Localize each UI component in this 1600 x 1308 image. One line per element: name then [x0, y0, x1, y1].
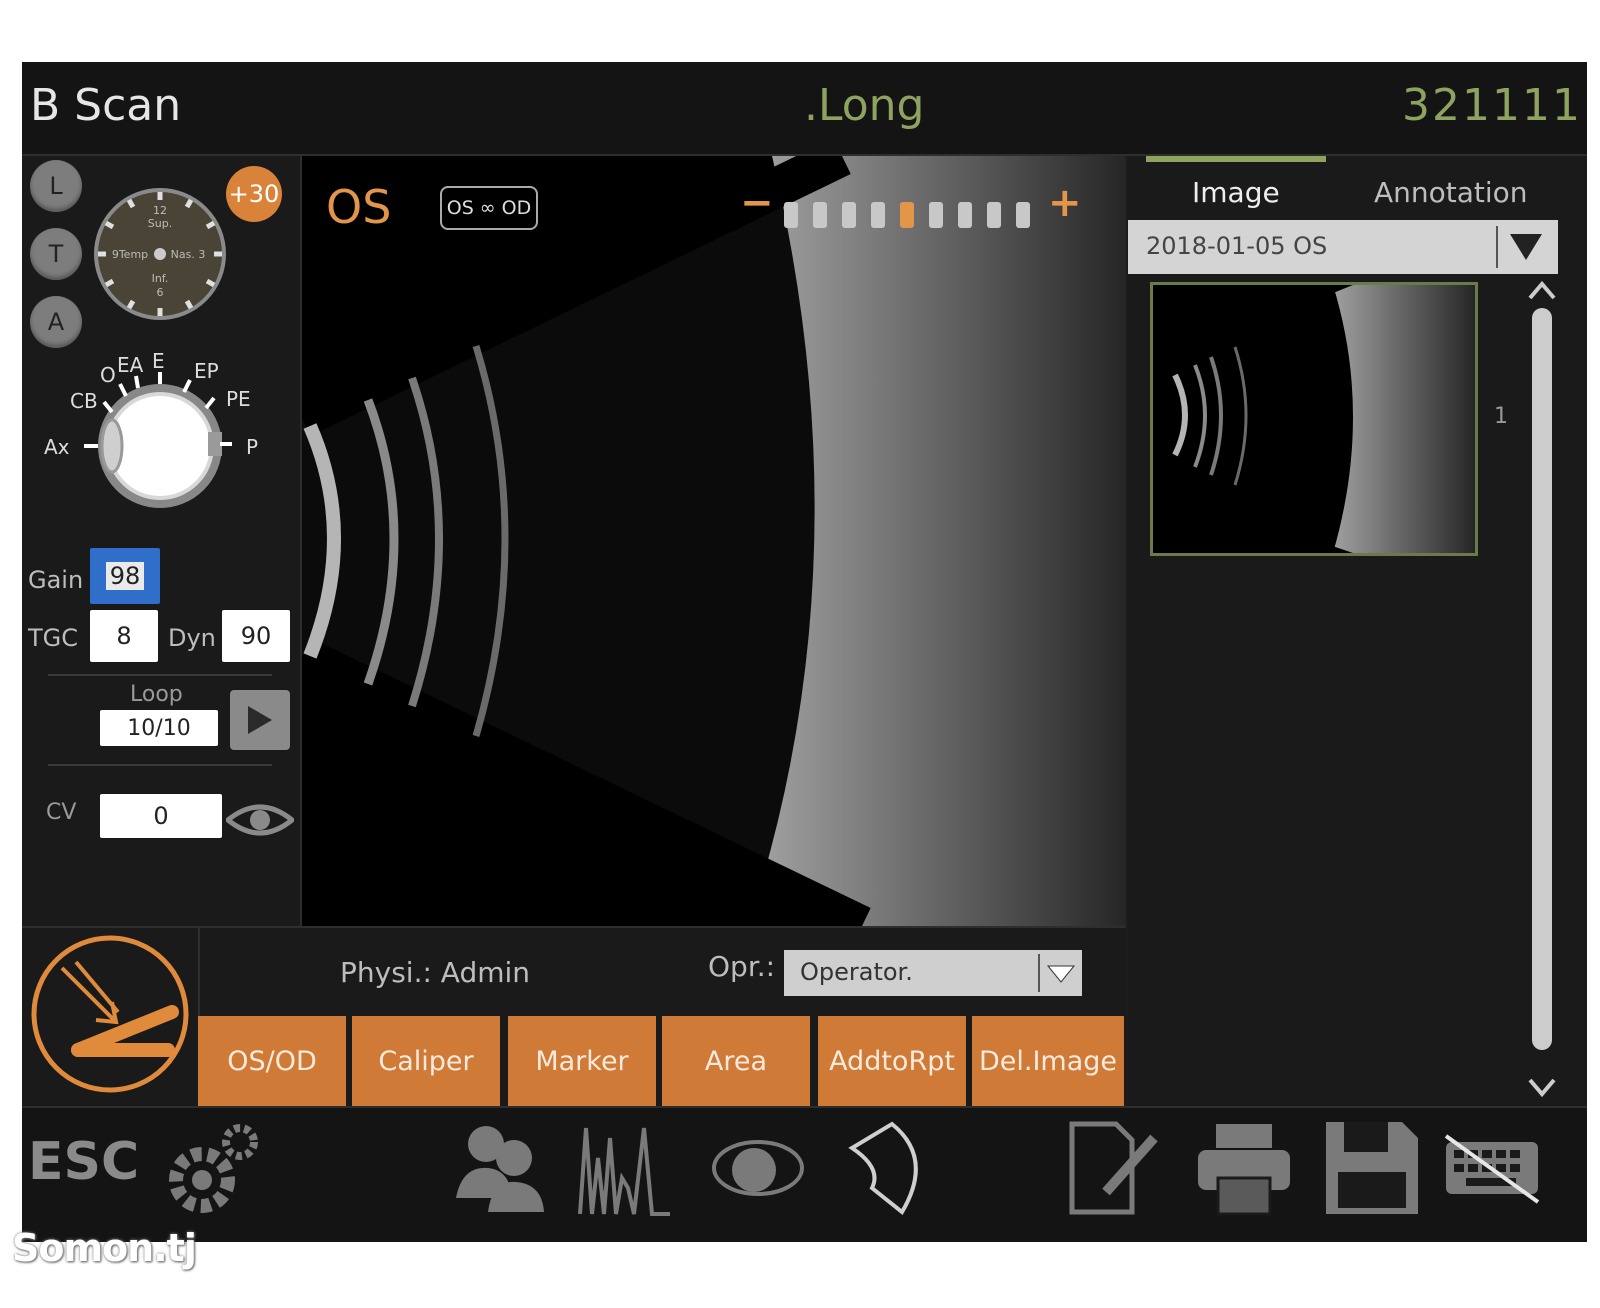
- eye-side-label: OS: [326, 180, 392, 234]
- play-icon: [248, 706, 272, 734]
- image-thumbnail[interactable]: [1150, 282, 1478, 556]
- dyn-input[interactable]: 90: [222, 610, 290, 662]
- bscan-ultrasound-image: [302, 156, 1126, 926]
- chevron-down-icon: [1046, 965, 1076, 983]
- operator-value: Operator.: [800, 958, 913, 986]
- eye-marker-o: O: [100, 363, 116, 387]
- probe-logo: [22, 928, 200, 1106]
- image-browser-panel: Image Annotation 2018-01-05 OS 1: [1128, 156, 1587, 1111]
- eye-marker-ep: EP: [194, 359, 219, 383]
- dyn-label: Dyn: [168, 624, 216, 652]
- exam-date-select[interactable]: 2018-01-05 OS: [1128, 220, 1558, 274]
- keyboard-off-icon[interactable]: [1442, 1118, 1542, 1218]
- esc-button[interactable]: ESC: [28, 1132, 139, 1192]
- patient-id: 321111: [1402, 80, 1582, 131]
- level-step[interactable]: [784, 202, 798, 228]
- level-step[interactable]: [1016, 202, 1030, 228]
- tab-annotation[interactable]: Annotation: [1374, 176, 1528, 209]
- probe-button-l[interactable]: L: [30, 160, 82, 212]
- scrollbar[interactable]: [1532, 308, 1552, 1050]
- eye-marker-ax: Ax: [44, 435, 70, 459]
- operator-label: Opr.:: [708, 950, 776, 983]
- loop-label: Loop: [130, 682, 183, 707]
- probe-button-a[interactable]: A: [30, 296, 82, 348]
- loop-frame-field[interactable]: 10/10: [100, 710, 218, 746]
- eye-icon[interactable]: [710, 1118, 810, 1218]
- thumbnail-preview-image: [1153, 285, 1475, 553]
- level-plus-button[interactable]: +: [1048, 180, 1082, 226]
- active-tab-indicator: [1146, 156, 1326, 162]
- print-icon[interactable]: [1194, 1118, 1294, 1218]
- bottom-toolbar: ESC: [22, 1106, 1587, 1242]
- caliper-button[interactable]: Caliper: [352, 1016, 502, 1106]
- app-title: B Scan: [30, 80, 182, 131]
- scroll-down-icon[interactable]: [1526, 1076, 1558, 1100]
- thumbnail-index: 1: [1494, 404, 1508, 429]
- waveform-icon[interactable]: [578, 1118, 674, 1218]
- play-button[interactable]: [230, 690, 290, 750]
- select-divider: [1038, 954, 1040, 992]
- bscan-app-window: B Scan .Long 321111 L T A 12 Sup. 9Temp …: [22, 62, 1587, 1242]
- scan-mode-label: .Long: [804, 80, 925, 131]
- scroll-up-icon[interactable]: [1526, 278, 1558, 302]
- clock-label-sup: Sup.: [148, 217, 172, 230]
- left-control-panel: L T A 12 Sup. 9Temp Nas. 3 Inf. 6 +30 O …: [22, 156, 302, 1004]
- edit-report-icon[interactable]: [1066, 1118, 1166, 1218]
- eye-marker-cb: CB: [70, 389, 98, 413]
- tgc-input[interactable]: 8: [90, 610, 158, 662]
- eye-marker-ea: EA: [117, 353, 144, 377]
- marker-button[interactable]: Marker: [508, 1016, 658, 1106]
- tab-image[interactable]: Image: [1192, 176, 1280, 209]
- level-step[interactable]: [929, 202, 943, 228]
- patients-icon[interactable]: [452, 1118, 548, 1218]
- level-step[interactable]: [813, 202, 827, 228]
- operator-bar: Physi.: Admin Opr.: Operator. OS/OD Cali…: [22, 926, 1126, 1106]
- eye-visibility-icon[interactable]: [226, 800, 294, 840]
- probe-shape-icon[interactable]: [842, 1118, 942, 1218]
- gain-input[interactable]: 98: [90, 548, 160, 604]
- eye-marker-p: P: [246, 435, 258, 459]
- os-od-toggle[interactable]: OS ∞ OD: [440, 186, 538, 230]
- clock-label-temp: 9Temp: [112, 248, 148, 261]
- title-bar: B Scan .Long 321111: [22, 62, 1587, 156]
- clock-label-12: 12: [153, 204, 167, 217]
- eye-marker-pe: PE: [226, 387, 251, 411]
- eye-position-diagram[interactable]: O EA E EP PE P CB Ax: [38, 342, 278, 522]
- probe-logo-icon: [31, 935, 189, 1093]
- probe-button-t[interactable]: T: [30, 228, 82, 280]
- select-divider: [1496, 226, 1498, 268]
- bscan-image-area[interactable]: OS OS ∞ OD − +: [302, 156, 1126, 926]
- gain-value: 98: [105, 562, 145, 590]
- depth-level-slider[interactable]: − +: [740, 180, 1126, 236]
- level-step[interactable]: [871, 202, 885, 228]
- clock-label-6: 6: [157, 286, 164, 299]
- operator-select[interactable]: Operator.: [784, 950, 1082, 996]
- exam-date-value: 2018-01-05 OS: [1146, 232, 1328, 260]
- chevron-down-icon: [1510, 234, 1542, 260]
- level-step[interactable]: [958, 202, 972, 228]
- level-step[interactable]: [987, 202, 1001, 228]
- level-step[interactable]: [900, 202, 914, 228]
- gain-label: Gain: [28, 566, 84, 594]
- add-to-report-button[interactable]: AddtoRpt: [818, 1016, 968, 1106]
- tgc-label: TGC: [28, 624, 79, 652]
- angle-badge[interactable]: +30: [226, 166, 282, 222]
- clock-label-inf: Inf.: [152, 272, 169, 285]
- level-step[interactable]: [842, 202, 856, 228]
- cv-input[interactable]: 0: [100, 794, 222, 838]
- os-od-button[interactable]: OS/OD: [198, 1016, 348, 1106]
- area-button[interactable]: Area: [662, 1016, 812, 1106]
- eye-marker-e: E: [152, 349, 165, 373]
- clock-position-dial[interactable]: 12 Sup. 9Temp Nas. 3 Inf. 6: [90, 184, 230, 324]
- divider: [48, 764, 272, 766]
- settings-icon[interactable]: [164, 1118, 264, 1218]
- watermark: Somon.tj: [12, 1226, 197, 1270]
- physician-label: Physi.: Admin: [340, 956, 531, 989]
- level-minus-button[interactable]: −: [740, 180, 774, 226]
- clock-label-nas: Nas. 3: [171, 248, 206, 261]
- cv-label: CV: [46, 800, 77, 825]
- divider: [48, 674, 272, 676]
- delete-image-button[interactable]: Del.Image: [972, 1016, 1126, 1106]
- save-icon[interactable]: [1322, 1118, 1422, 1218]
